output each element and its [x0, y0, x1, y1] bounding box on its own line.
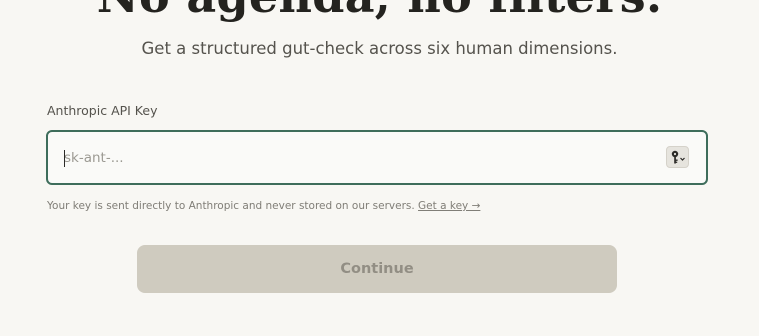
helper-text: Your key is sent directly to Anthropic a…	[47, 200, 419, 212]
page-headline: No agenda, no filters.	[0, 0, 759, 20]
api-key-field	[46, 130, 708, 185]
api-key-input[interactable]	[62, 132, 644, 183]
continue-button[interactable]: Continue	[137, 245, 617, 293]
api-key-helper-text: Your key is sent directly to Anthropic a…	[47, 199, 480, 213]
get-a-key-link[interactable]: Get a key →	[418, 200, 480, 212]
text-cursor	[64, 150, 65, 167]
api-key-label: Anthropic API Key	[47, 103, 158, 118]
key-icon	[671, 150, 685, 164]
key-manager-button[interactable]	[666, 146, 689, 168]
page-subheadline: Get a structured gut-check across six hu…	[141, 39, 618, 58]
